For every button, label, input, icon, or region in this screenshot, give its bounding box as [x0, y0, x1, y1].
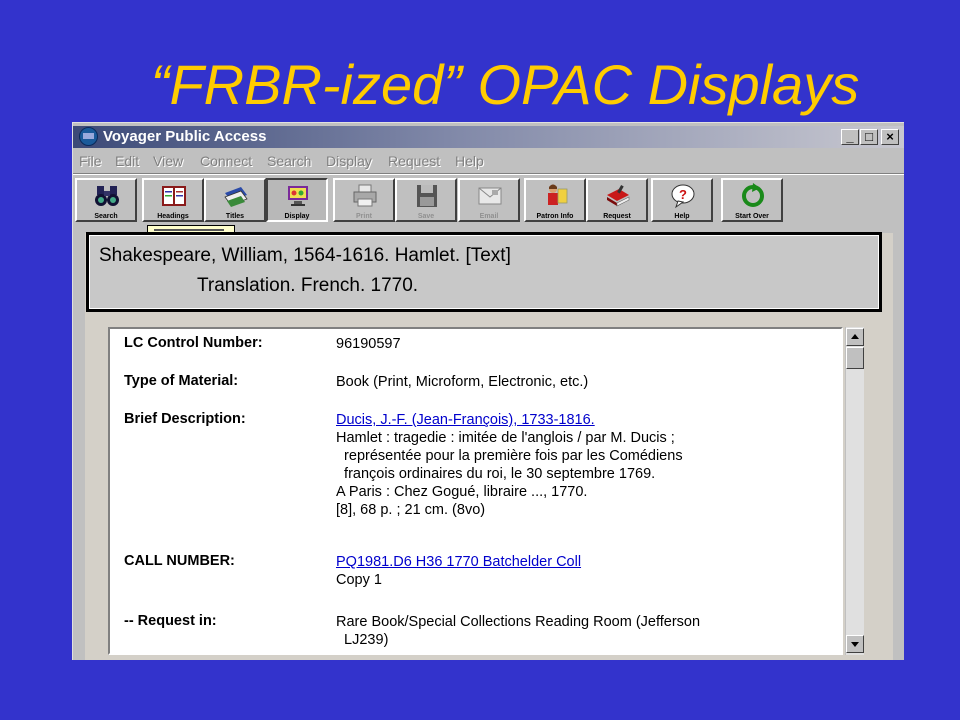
- slide-title: “FRBR-ized” OPAC Displays: [150, 53, 860, 116]
- heading-line-expression: Translation. French. 1770.: [197, 275, 419, 296]
- field-value: Book (Print, Microform, Electronic, etc.…: [336, 374, 589, 390]
- toolbar-titles-button[interactable]: Titles: [204, 178, 266, 222]
- window-titlebar[interactable]: Voyager Public Access _ □ ×: [73, 126, 904, 148]
- toolbar-help-button[interactable]: ? Help: [651, 178, 713, 222]
- toolbar-print-button[interactable]: Print: [333, 178, 395, 222]
- menu-view[interactable]: View: [153, 153, 183, 169]
- svg-text:?: ?: [679, 187, 687, 202]
- description-line: Hamlet : tragedie : imitée de l'anglois …: [336, 430, 675, 446]
- toolbar-display-button[interactable]: Display: [266, 178, 328, 222]
- close-button[interactable]: ×: [881, 129, 899, 145]
- toolbar-label: Headings: [157, 213, 189, 220]
- scroll-up-button[interactable]: [846, 328, 864, 346]
- books-icon: [224, 187, 248, 207]
- toolbar-label: Search: [94, 213, 118, 220]
- description-line: A Paris : Chez Gogué, libraire ..., 1770…: [336, 484, 588, 500]
- copy-number: Copy 1: [336, 572, 382, 588]
- field-label: Brief Description:: [124, 411, 246, 427]
- field-label: LC Control Number:: [124, 335, 263, 351]
- book-list-icon: [162, 186, 186, 206]
- envelope-icon: [478, 187, 502, 205]
- description-line: [8], 68 p. ; 21 cm. (8vo): [336, 502, 486, 518]
- toolbar-label: Start Over: [735, 213, 769, 220]
- menu-connect[interactable]: Connect: [200, 153, 252, 169]
- toolbar-label: Print: [356, 213, 372, 220]
- window-title: Voyager Public Access: [103, 128, 267, 145]
- description-line: françois ordinaires du roi, le 30 septem…: [336, 466, 656, 482]
- menu-bar: File Edit View Connect Search Display Re…: [73, 150, 904, 172]
- record-display-pane: LC Control Number: 96190597 Type of Mate…: [108, 327, 843, 655]
- toolbar-label: Request: [603, 213, 631, 220]
- menu-request[interactable]: Request: [388, 153, 440, 169]
- floppy-disk-icon: [417, 185, 437, 207]
- toolbar-separator: [73, 173, 904, 175]
- toolbar-search-button[interactable]: Search: [75, 178, 137, 222]
- maximize-button[interactable]: □: [860, 129, 878, 145]
- menu-help[interactable]: Help: [455, 153, 484, 169]
- field-label: Type of Material:: [124, 373, 239, 389]
- toolbar-request-button[interactable]: Request: [586, 178, 648, 222]
- request-book-icon: [607, 185, 630, 207]
- minimize-button[interactable]: _: [841, 129, 859, 145]
- field-label: CALL NUMBER:: [124, 553, 235, 569]
- call-number-link[interactable]: PQ1981.D6 H36 1770 Batchelder Coll: [336, 553, 581, 571]
- patron-icon: [548, 184, 568, 205]
- toolbar-save-button[interactable]: Save: [395, 178, 457, 222]
- toolbar-label: Email: [479, 213, 499, 220]
- start-over-icon: [742, 183, 764, 207]
- display-icon: [288, 186, 308, 206]
- toolbar-patron-info-button[interactable]: Patron Info: [524, 178, 586, 222]
- record-scrollbar[interactable]: [845, 327, 864, 655]
- toolbar-headings-button[interactable]: Headings: [142, 178, 204, 222]
- printer-icon: [353, 184, 377, 207]
- toolbar-label: Save: [417, 213, 435, 220]
- field-value: Rare Book/Special Collections Reading Ro…: [336, 613, 700, 649]
- field-value: PQ1981.D6 H36 1770 Batchelder Coll Copy …: [336, 553, 581, 589]
- voyager-app-icon[interactable]: [79, 127, 98, 146]
- menu-file[interactable]: File: [79, 153, 102, 169]
- menu-display[interactable]: Display: [326, 153, 372, 169]
- toolbar-label: Titles: [225, 213, 245, 220]
- frbr-heading-box: Shakespeare, William, 1564-1616. Hamlet.…: [86, 232, 882, 312]
- heading-line-work: Shakespeare, William, 1564-1616. Hamlet.…: [99, 245, 511, 266]
- toolbar-email-button[interactable]: Email: [458, 178, 520, 222]
- scroll-thumb[interactable]: [846, 347, 864, 369]
- toolbar-start-over-button[interactable]: Start Over: [721, 178, 783, 222]
- binoculars-icon: [95, 186, 119, 206]
- field-value: Ducis, J.-F. (Jean-François), 1733-1816.…: [336, 411, 683, 519]
- scroll-down-button[interactable]: [846, 635, 864, 653]
- toolbar-label: Display: [284, 213, 310, 220]
- field-value: 96190597: [336, 336, 401, 352]
- menu-search[interactable]: Search: [267, 153, 311, 169]
- help-bubble-icon: ?: [671, 184, 695, 209]
- location-line: Rare Book/Special Collections Reading Ro…: [336, 614, 701, 630]
- toolbar-label: Patron Info: [536, 213, 574, 220]
- description-line: représentée pour la première fois par le…: [336, 448, 683, 464]
- field-label: -- Request in:: [124, 613, 217, 629]
- toolbar-label: Help: [674, 213, 690, 220]
- author-link[interactable]: Ducis, J.-F. (Jean-François), 1733-1816.: [336, 411, 683, 429]
- location-line: LJ239): [336, 632, 389, 648]
- menu-edit[interactable]: Edit: [115, 153, 139, 169]
